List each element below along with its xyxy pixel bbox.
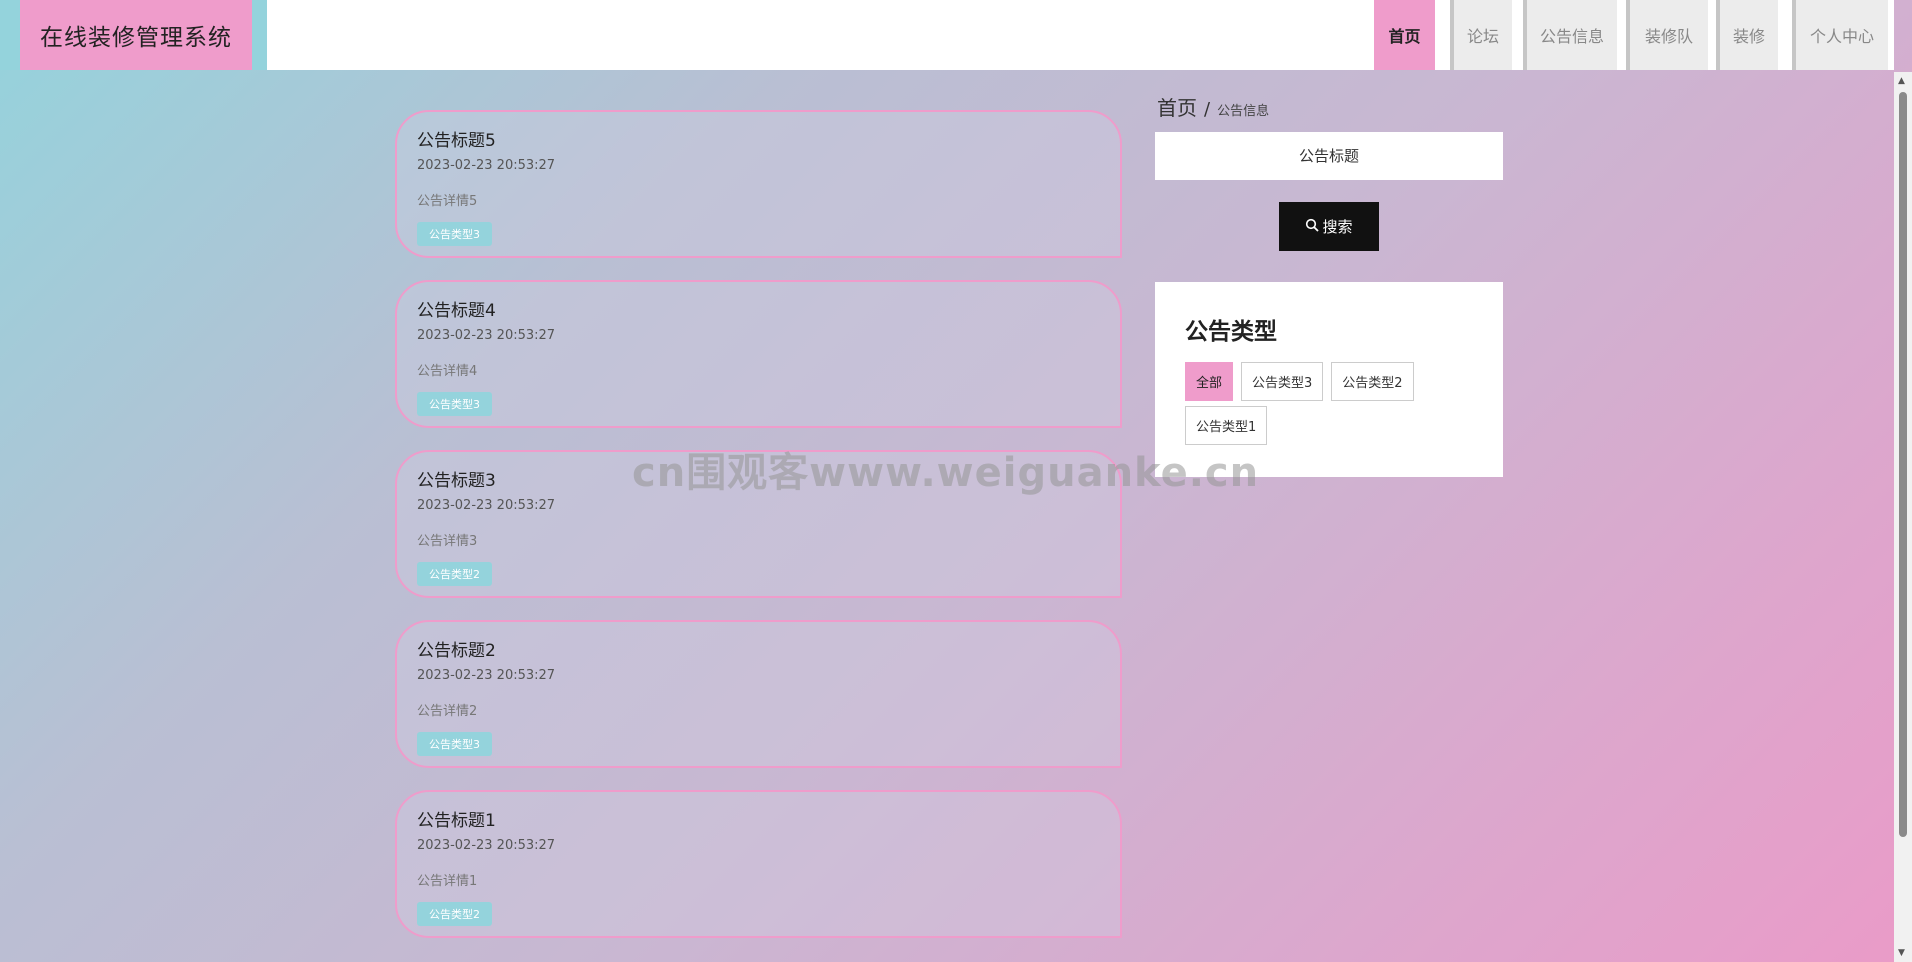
announcement-title: 公告标题2 [417,641,496,661]
announcement-card[interactable]: 公告标题2 2023-02-23 20:53:27 公告详情2 公告类型3 [395,620,1122,768]
breadcrumb-home[interactable]: 首页 [1157,92,1197,121]
top-header: 在线装修管理系统 首页 论坛 公告信息 装修队 装修 个人中心 [0,0,1894,70]
search-input[interactable] [1155,132,1503,180]
type-chip-all[interactable]: 全部 [1185,362,1234,401]
type-filter-list: 全部 公告类型3 公告类型2 公告类型1 [1185,362,1473,445]
announcement-card[interactable]: 公告标题4 2023-02-23 20:53:27 公告详情4 公告类型3 [395,280,1122,428]
search-button-label: 搜索 [1322,218,1353,236]
type-chip-2[interactable]: 公告类型2 [1331,362,1414,401]
nav-item-teams[interactable]: 装修队 [1626,0,1708,70]
announcement-detail: 公告详情3 [417,534,478,549]
announcement-time: 2023-02-23 20:53:27 [417,158,556,173]
nav-item-decoration[interactable]: 装修 [1716,0,1778,70]
scroll-up-icon[interactable]: ▲ [1898,76,1905,86]
app-title: 在线装修管理系统 [20,0,252,70]
announcement-title: 公告标题5 [417,131,496,151]
announcement-type-tag: 公告类型2 [417,902,492,926]
announcement-detail: 公告详情2 [417,704,478,719]
announcement-time: 2023-02-23 20:53:27 [417,838,556,853]
breadcrumb-current: 公告信息 [1217,104,1270,119]
breadcrumb-separator: / [1204,99,1211,120]
announcement-title: 公告标题4 [417,301,496,321]
nav-item-profile[interactable]: 个人中心 [1792,0,1888,70]
breadcrumb: 首页 / 公告信息 [1157,92,1269,121]
nav-item-forum[interactable]: 论坛 [1450,0,1512,70]
vertical-scrollbar[interactable]: ▲ ▼ [1894,72,1912,962]
nav-item-announcements[interactable]: 公告信息 [1523,0,1617,70]
announcement-time: 2023-02-23 20:53:27 [417,498,556,513]
announcement-detail: 公告详情4 [417,364,478,379]
announcement-type-tag: 公告类型2 [417,562,492,586]
announcement-detail: 公告详情5 [417,194,478,209]
scrollbar-thumb[interactable] [1899,92,1907,837]
announcement-title: 公告标题1 [417,811,496,831]
search-button[interactable]: 搜索 [1279,202,1379,251]
announcement-detail: 公告详情1 [417,874,478,889]
type-filter-heading: 公告类型 [1185,319,1277,345]
type-chip-3[interactable]: 公告类型3 [1241,362,1324,401]
announcement-card[interactable]: 公告标题5 2023-02-23 20:53:27 公告详情5 公告类型3 [395,110,1122,258]
scroll-down-icon[interactable]: ▼ [1898,948,1905,958]
announcement-type-tag: 公告类型3 [417,222,492,246]
announcement-type-tag: 公告类型3 [417,732,492,756]
watermark: cn围观客www.weiguanke.cn [632,450,1260,496]
announcement-card[interactable]: 公告标题1 2023-02-23 20:53:27 公告详情1 公告类型2 [395,790,1122,938]
nav-item-home[interactable]: 首页 [1374,0,1435,70]
search-icon [1305,218,1320,236]
announcement-time: 2023-02-23 20:53:27 [417,668,556,683]
announcement-time: 2023-02-23 20:53:27 [417,328,556,343]
announcement-type-tag: 公告类型3 [417,392,492,416]
